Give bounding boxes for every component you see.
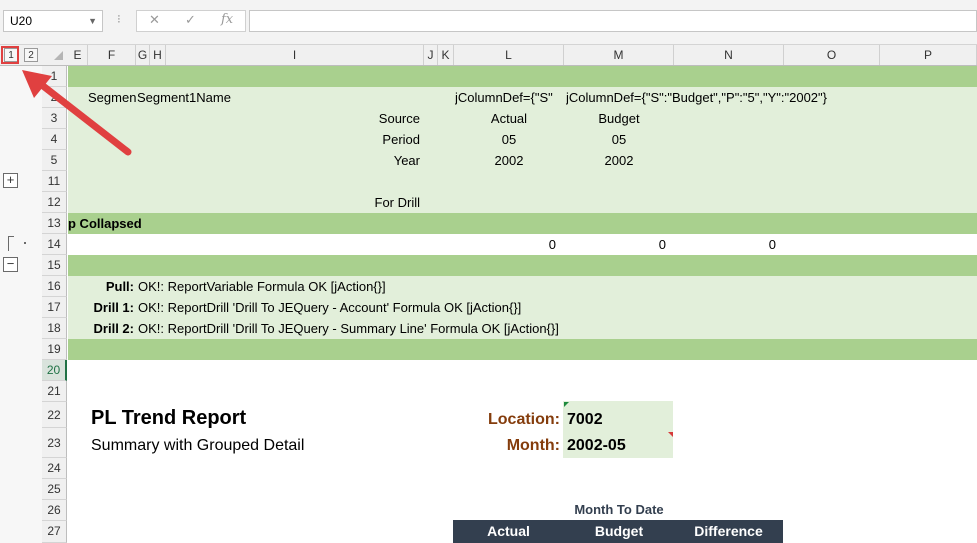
cell-g17[interactable]: OK!: ReportDrill 'Drill To JEQuery - Acc… (138, 297, 738, 318)
cell-f18[interactable]: Drill 2: (68, 318, 134, 339)
cell-g18[interactable]: OK!: ReportDrill 'Drill To JEQuery - Sum… (138, 318, 738, 339)
report-title: PL Trend Report (91, 407, 247, 429)
cell-l3[interactable]: Actual (454, 108, 564, 129)
row-header-26[interactable]: 26 (42, 500, 67, 521)
cell-l2[interactable]: jColumnDef={"S":"Budget","P":"5","Y":"20… (566, 87, 866, 108)
column-header-j[interactable]: J (424, 45, 438, 65)
location-value[interactable]: 7002 (567, 409, 603, 431)
annotation-arrow-icon (22, 70, 132, 156)
row-header-13[interactable]: 13 (42, 213, 67, 234)
cell-m4[interactable]: 05 (564, 129, 674, 150)
row-header-25[interactable]: 25 (42, 479, 67, 500)
column-header-l[interactable]: L (454, 45, 564, 65)
row-band-1 (68, 66, 977, 87)
row-header-24[interactable]: 24 (42, 458, 67, 479)
cell-m3[interactable]: Budget (564, 108, 674, 129)
header-budget[interactable]: Budget (564, 520, 674, 543)
header-actual[interactable]: Actual (453, 520, 564, 543)
row-header-21[interactable]: 21 (42, 381, 67, 402)
cell-i12[interactable]: For Drill (166, 192, 421, 213)
collapse-group-button[interactable]: − (3, 257, 18, 272)
column-header-m[interactable]: M (564, 45, 674, 65)
insert-function-icon[interactable]: fx (221, 12, 233, 27)
group-bracket (8, 236, 14, 251)
column-header-o[interactable]: O (784, 45, 880, 65)
row-band-19 (68, 339, 977, 360)
row-header-20[interactable]: 20 (42, 360, 67, 381)
column-header-k[interactable]: K (438, 45, 454, 65)
cell-i5[interactable]: Year (166, 150, 420, 171)
cell-j2[interactable]: jColumnDef={"S" (455, 87, 564, 108)
cell-l5[interactable]: 2002 (454, 150, 564, 171)
row-band-15 (68, 255, 977, 276)
column-header-i[interactable]: I (166, 45, 424, 65)
row-header-15[interactable]: 15 (42, 255, 67, 276)
comment-indicator-red (668, 432, 673, 437)
row-header-23[interactable]: 23 (42, 428, 67, 458)
row-header-14[interactable]: 14 (42, 234, 67, 255)
cell-indicator-green (564, 402, 569, 407)
cell-e13[interactable]: p Collapsed (68, 213, 268, 234)
column-header-p[interactable]: P (880, 45, 977, 65)
row-header-22[interactable]: 22 (42, 402, 67, 428)
cell-f16[interactable]: Pull: (68, 276, 134, 297)
report-subtitle: Summary with Grouped Detail (91, 437, 305, 454)
row-header-16[interactable]: 16 (42, 276, 67, 297)
month-to-date-label: Month To Date (574, 502, 664, 517)
row-header-18[interactable]: 18 (42, 318, 67, 339)
row-header-27[interactable]: 27 (42, 521, 67, 543)
group-dot (24, 242, 26, 244)
row-header-17[interactable]: 17 (42, 297, 67, 318)
cell-n14[interactable]: 0 (674, 234, 776, 255)
cell-m5[interactable]: 2002 (564, 150, 674, 171)
month-value[interactable]: 2002-05 (567, 435, 626, 457)
cell-i4[interactable]: Period (166, 129, 420, 150)
location-label: Location: (488, 411, 560, 428)
cell-g16[interactable]: OK!: ReportVariable Formula OK [jAction{… (138, 276, 738, 297)
cell-m14[interactable]: 0 (564, 234, 666, 255)
cell-f17[interactable]: Drill 1: (68, 297, 134, 318)
cell-l14[interactable]: 0 (454, 234, 556, 255)
month-label: Month: (506, 437, 560, 454)
enter-icon[interactable]: ✓ (185, 12, 196, 28)
cell-g2[interactable]: Segment1Name (137, 87, 422, 108)
cell-l4[interactable]: 05 (454, 129, 564, 150)
formula-input[interactable] (249, 10, 977, 32)
column-header-n[interactable]: N (674, 45, 784, 65)
table-header: Actual Budget Difference (453, 520, 783, 543)
row-header-19[interactable]: 19 (42, 339, 67, 360)
cell-i3[interactable]: Source (166, 108, 420, 129)
header-difference[interactable]: Difference (674, 520, 783, 543)
